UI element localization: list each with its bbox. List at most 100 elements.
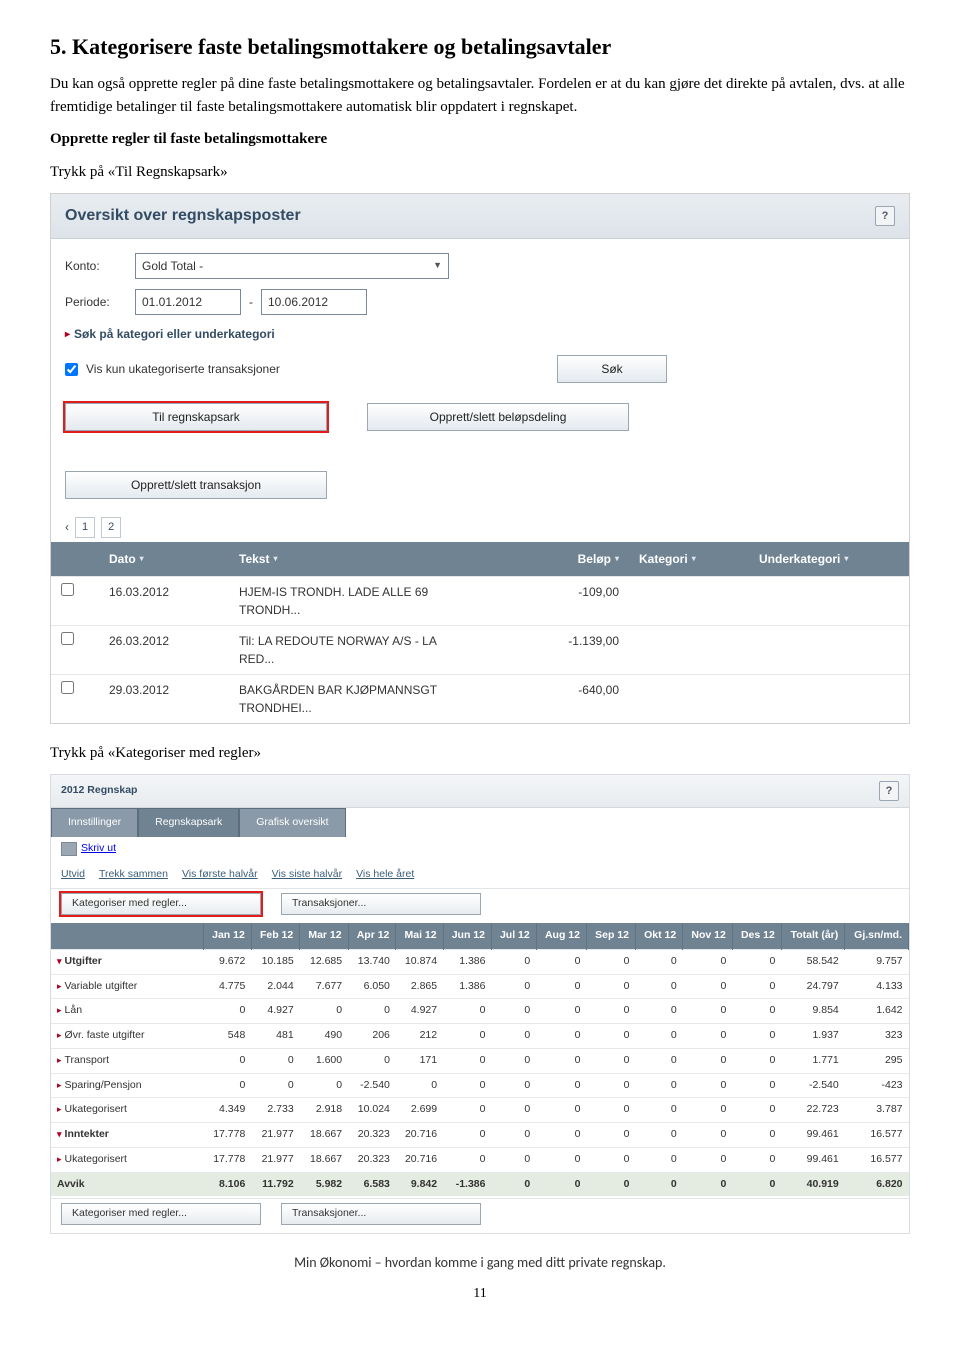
grid-cell: 0 xyxy=(732,1172,781,1196)
triangle-icon: ▸ xyxy=(57,981,62,991)
grid-cell: 0 xyxy=(300,1073,348,1098)
panel-title-row: Oversikt over regnskapsposter ? xyxy=(51,194,909,239)
grid-cell: 4.133 xyxy=(845,974,909,999)
grid-row-label[interactable]: ▸Variable utgifter xyxy=(51,974,204,999)
grid-cell: 0 xyxy=(683,1123,733,1148)
grid-cell: 0 xyxy=(586,1048,635,1073)
grid-cell: 16.577 xyxy=(845,1123,909,1148)
grid-cell: 0 xyxy=(491,1024,536,1049)
sort-icon: ▾ xyxy=(273,553,277,565)
kategoriser-regler-button-bottom[interactable]: Kategoriser med regler... xyxy=(61,1203,261,1225)
tab-grafisk[interactable]: Grafisk oversikt xyxy=(239,808,345,837)
grid-col-month: Feb 12 xyxy=(251,923,299,949)
grid-cell: 0 xyxy=(586,1123,635,1148)
grid-row-label[interactable]: ▾Inntekter xyxy=(51,1123,204,1148)
grid-cell: 0 xyxy=(443,1048,491,1073)
konto-select[interactable]: Gold Total - ▼ xyxy=(135,253,449,279)
pager-page-2[interactable]: 2 xyxy=(101,517,121,538)
pager-prev[interactable]: ‹ xyxy=(65,518,69,536)
grid-cell: 58.542 xyxy=(781,949,844,974)
grid-cell: 0 xyxy=(683,1048,733,1073)
grid-cell: 4.775 xyxy=(204,974,252,999)
link-trekk-sammen[interactable]: Trekk sammen xyxy=(99,867,168,883)
grid-cell: 0 xyxy=(348,999,396,1024)
grid-cell: 0 xyxy=(732,1147,781,1172)
grid-cell: 0 xyxy=(536,949,586,974)
grid-cell: 0 xyxy=(732,1098,781,1123)
row-date: 16.03.2012 xyxy=(99,577,229,625)
row-checkbox[interactable] xyxy=(61,632,74,645)
row-checkbox[interactable] xyxy=(61,583,74,596)
link-hele-aret[interactable]: Vis hele året xyxy=(356,867,414,883)
grid-cell: 0 xyxy=(536,1048,586,1073)
link-forste-halvar[interactable]: Vis første halvår xyxy=(182,867,258,883)
row-amount: -109,00 xyxy=(469,577,629,625)
grid-row-label[interactable]: ▸Lån xyxy=(51,999,204,1024)
periode-from-input[interactable]: 01.01.2012 xyxy=(135,289,241,315)
link-siste-halvar[interactable]: Vis siste halvår xyxy=(272,867,342,883)
th-amount[interactable]: Beløp xyxy=(578,550,611,568)
belopsdeling-button[interactable]: Opprett/slett beløpsdeling xyxy=(367,403,629,431)
transaksjoner-button[interactable]: Transaksjoner... xyxy=(281,893,481,915)
grid-cell: 0 xyxy=(204,1048,252,1073)
grid-cell: 0 xyxy=(683,999,733,1024)
doc-para-1: Du kan også opprette regler på dine fast… xyxy=(50,73,910,118)
help-icon[interactable]: ? xyxy=(879,781,899,801)
grid-cell: 0 xyxy=(732,999,781,1024)
tab-innstillinger[interactable]: Innstillinger xyxy=(51,808,138,837)
grid-row-label[interactable]: ▸Ukategorisert xyxy=(51,1098,204,1123)
grid-row-label[interactable]: ▾Utgifter xyxy=(51,949,204,974)
grid-row: ▾Utgifter9.67210.18512.68513.74010.8741.… xyxy=(51,949,909,974)
grid-cell: 13.740 xyxy=(348,949,396,974)
kategoriser-regler-button[interactable]: Kategoriser med regler... xyxy=(61,893,261,915)
grid-cell: 0 xyxy=(536,999,586,1024)
grid-cell: 0 xyxy=(491,1172,536,1196)
grid-cell: 0 xyxy=(491,1073,536,1098)
link-utvid[interactable]: Utvid xyxy=(61,867,85,883)
grid-row: ▸Transport001.600017100000001.771295 xyxy=(51,1048,909,1073)
grid-cell: 0 xyxy=(443,1123,491,1148)
th-date[interactable]: Dato xyxy=(109,550,136,568)
grid-row-label[interactable]: Avvik xyxy=(51,1172,204,1196)
grid-cell: 0 xyxy=(536,1123,586,1148)
grid-cell: 490 xyxy=(300,1024,348,1049)
periode-to-input[interactable]: 10.06.2012 xyxy=(261,289,367,315)
triangle-icon: ▸ xyxy=(57,1005,62,1015)
grid-row: Avvik8.10611.7925.9826.5839.842-1.386000… xyxy=(51,1172,909,1196)
tab-regnskapsark[interactable]: Regnskapsark xyxy=(138,808,239,837)
transaksjoner-button-bottom[interactable]: Transaksjoner... xyxy=(281,1203,481,1225)
grid-cell: 20.323 xyxy=(348,1147,396,1172)
grid-cell: 0 xyxy=(348,1048,396,1073)
th-subcategory[interactable]: Underkategori xyxy=(759,550,840,568)
only-uncategorized-checkbox[interactable] xyxy=(65,363,78,376)
grid-row: ▾Inntekter17.77821.97718.66720.32320.716… xyxy=(51,1123,909,1148)
grid-cell: 0 xyxy=(443,1147,491,1172)
th-category[interactable]: Kategori xyxy=(639,550,688,568)
grid-col-month: Aug 12 xyxy=(536,923,586,949)
grid-cell: 4.927 xyxy=(396,999,443,1024)
til-regnskapsark-button[interactable]: Til regnskapsark xyxy=(65,403,327,431)
grid-cell: 0 xyxy=(536,1098,586,1123)
grid-cell: 0 xyxy=(443,1098,491,1123)
grid-row-label[interactable]: ▸Øvr. faste utgifter xyxy=(51,1024,204,1049)
grid-row-label[interactable]: ▸Ukategorisert xyxy=(51,1147,204,1172)
grid-col-month: Okt 12 xyxy=(635,923,682,949)
grid-cell: 0 xyxy=(732,974,781,999)
th-text[interactable]: Tekst xyxy=(239,550,269,568)
doc-para-3: Trykk på «Til Regnskapsark» xyxy=(50,161,910,184)
triangle-icon: ▾ xyxy=(57,956,62,966)
search-button[interactable]: Søk xyxy=(557,355,667,383)
help-icon[interactable]: ? xyxy=(875,206,895,226)
grid-cell: -2.540 xyxy=(348,1073,396,1098)
transaksjon-button[interactable]: Opprett/slett transaksjon xyxy=(65,471,327,499)
search-category-expander[interactable]: ▸ Søk på kategori eller underkategori xyxy=(65,325,895,343)
grid-col-month: Mar 12 xyxy=(300,923,348,949)
pager-page-1[interactable]: 1 xyxy=(75,517,95,538)
grid-row-label[interactable]: ▸Sparing/Pensjon xyxy=(51,1073,204,1098)
print-link[interactable]: Skriv ut xyxy=(81,841,116,857)
grid-row-label[interactable]: ▸Transport xyxy=(51,1048,204,1073)
grid-cell: 0 xyxy=(443,1024,491,1049)
grid-cell: 1.642 xyxy=(845,999,909,1024)
doc-para-4: Trykk på «Kategoriser med regler» xyxy=(50,742,910,765)
row-checkbox[interactable] xyxy=(61,681,74,694)
